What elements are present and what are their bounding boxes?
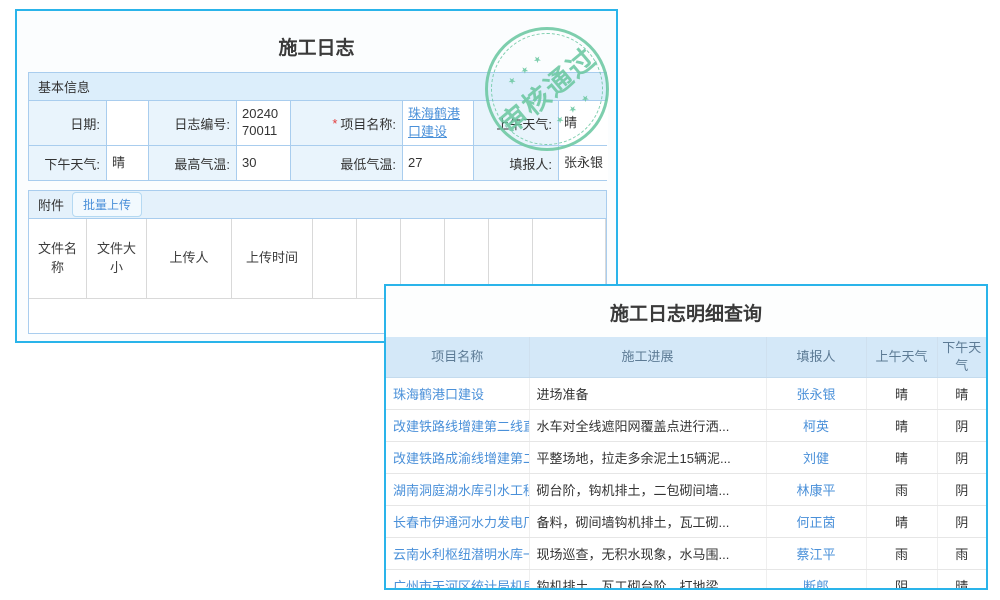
form-row-1: 日期: 日志编号: 2024070011 * 项目名称: 珠海鹤港口建设 上午天… [29,101,606,146]
batch-upload-button[interactable]: 批量上传 [72,192,142,217]
am-weather-cell: 雨 [866,537,937,569]
pm-weather-cell: 阴 [937,473,986,505]
am-weather-cell: 晴 [866,441,937,473]
am-weather-cell: 雨 [866,473,937,505]
reporter-link[interactable]: 何正茵 [796,515,835,530]
reporter-link[interactable]: 张永银 [796,387,835,402]
project-name-cell: 珠海鹤港口建设 [403,101,474,145]
log-number-label: 日志编号: [149,101,237,145]
date-label: 日期: [29,101,107,145]
project-link[interactable]: 珠海鹤港口建设 [408,105,468,140]
detail-column-header: 施工进展 [529,337,766,377]
log-detail-row: 珠海鹤港口建设 进场准备 张永银 晴 晴 [386,377,986,409]
progress-cell: 平整场地，拉走多余泥土15辆泥... [529,441,766,473]
reporter-label: 填报人: [474,146,559,180]
reporter-link[interactable]: 柯英 [803,419,829,434]
reporter-cell: 林康平 [766,473,866,505]
log-detail-row: 改建铁路线增建第二线直通线 水车对全线遮阳网覆盖点进行洒... 柯英 晴 阴 [386,409,986,441]
attachment-column-header [313,219,357,298]
reporter-value: 张永银 [559,146,608,180]
am-weather-value: 晴 [559,101,608,145]
progress-cell: 进场准备 [529,377,766,409]
reporter-cell: 张永银 [766,377,866,409]
progress-cell: 钩机排土，瓦工砌台阶，打地梁... [529,569,766,590]
form-row-2: 下午天气: 晴 最高气温: 30 最低气温: 27 填报人: 张永银 [29,146,606,180]
log-detail-row: 长春市伊通河水力发电厂改建工程 备料，砌间墙钩机排土，瓦工砌... 何正茵 晴 … [386,505,986,537]
min-temp-value: 27 [403,146,474,180]
log-detail-query-panel: 施工日志明细查询 项目名称 施工进展 填报人 上午天气 [384,284,988,590]
project-cell: 珠海鹤港口建设 [386,377,529,409]
reporter-cell: 断郎 [766,569,866,590]
pm-weather-cell: 阴 [937,505,986,537]
project-cell: 改建铁路成渝线增建第二直通线 [386,441,529,473]
reporter-cell: 何正茵 [766,505,866,537]
detail-query-title: 施工日志明细查询 [386,286,986,337]
progress-cell: 砌台阶，钩机排土，二包砌间墙... [529,473,766,505]
project-cell: 湖南洞庭湖水库引水工程施工标 [386,473,529,505]
detail-column-header: 填报人 [766,337,866,377]
min-temp-label: 最低气温: [291,146,403,180]
log-detail-row: 湖南洞庭湖水库引水工程施工标 砌台阶，钩机排土，二包砌间墙... 林康平 雨 阴 [386,473,986,505]
log-form-title: 施工日志 [17,33,616,60]
pm-weather-cell: 雨 [937,537,986,569]
project-cell: 云南水利枢纽潜明水库一期工程 [386,537,529,569]
reporter-link[interactable]: 刘健 [803,451,829,466]
pm-weather-cell: 阴 [937,409,986,441]
project-link[interactable]: 改建铁路成渝线增建第二直通线 [393,451,529,466]
reporter-cell: 刘健 [766,441,866,473]
log-detail-row: 云南水利枢纽潜明水库一期工程 现场巡查，无积水现象，水马围... 蔡江平 雨 雨 [386,537,986,569]
reporter-link[interactable]: 蔡江平 [796,547,835,562]
detail-column-header: 上午天气 [866,337,937,377]
attachment-label: 附件 [38,195,64,214]
section-title: 基本信息 [38,77,90,96]
am-weather-cell: 晴 [866,377,937,409]
project-link[interactable]: 改建铁路线增建第二线直通线 [393,419,529,434]
pm-weather-cell: 晴 [937,377,986,409]
pm-weather-cell: 阴 [937,441,986,473]
progress-cell: 现场巡查，无积水现象，水马围... [529,537,766,569]
am-weather-label: 上午天气: [474,101,559,145]
reporter-cell: 柯英 [766,409,866,441]
pm-weather-label: 下午天气: [29,146,107,180]
max-temp-label: 最高气温: [149,146,237,180]
reporter-link[interactable]: 断郎 [803,579,829,591]
project-name-label: * 项目名称: [291,101,403,145]
reporter-link[interactable]: 林康平 [796,483,835,498]
attachment-column-header: 文件名称 [29,219,87,298]
am-weather-cell: 阴 [866,569,937,590]
date-field[interactable] [107,101,149,145]
detail-table-header-row: 项目名称 施工进展 填报人 上午天气 下午天气 [386,337,986,377]
attachment-column-header: 上传时间 [232,219,313,298]
reporter-cell: 蔡江平 [766,537,866,569]
log-number-value: 2024070011 [237,101,291,145]
project-link[interactable]: 湖南洞庭湖水库引水工程施工标 [393,483,529,498]
project-cell: 广州市天河区统计局机房改造项目 [386,569,529,590]
pm-weather-value: 晴 [107,146,149,180]
project-link[interactable]: 珠海鹤港口建设 [393,387,484,402]
desktop: 施工日志 ★ ★ ★ 审核通过 ★ ★ ★ 基本信息 日期: 日志编号: 202… [0,0,1000,600]
attachment-column-header: 文件大小 [87,219,147,298]
project-link[interactable]: 广州市天河区统计局机房改造项目 [393,579,529,591]
required-asterisk: * [332,116,337,131]
log-detail-row: 广州市天河区统计局机房改造项目 钩机排土，瓦工砌台阶，打地梁... 断郎 阴 晴 [386,569,986,590]
pm-weather-cell: 晴 [937,569,986,590]
log-detail-table: 项目名称 施工进展 填报人 上午天气 下午天气 珠海鹤港口 [386,337,986,590]
progress-cell: 备料，砌间墙钩机排土，瓦工砌... [529,505,766,537]
progress-cell: 水车对全线遮阳网覆盖点进行洒... [529,409,766,441]
am-weather-cell: 晴 [866,505,937,537]
project-cell: 改建铁路线增建第二线直通线 [386,409,529,441]
attachment-toolbar: 附件 批量上传 [29,191,606,219]
max-temp-value: 30 [237,146,291,180]
attachment-column-header: 上传人 [147,219,232,298]
basic-info-form: 基本信息 日期: 日志编号: 2024070011 * 项目名称: 珠海鹤港口建… [28,72,607,181]
project-link[interactable]: 长春市伊通河水力发电厂改建工程 [393,515,529,530]
am-weather-cell: 晴 [866,409,937,441]
detail-column-header: 项目名称 [386,337,529,377]
log-detail-row: 改建铁路成渝线增建第二直通线 平整场地，拉走多余泥土15辆泥... 刘健 晴 阴 [386,441,986,473]
detail-column-header: 下午天气 [937,337,986,377]
project-cell: 长春市伊通河水力发电厂改建工程 [386,505,529,537]
basic-info-section-header: 基本信息 [29,73,606,101]
project-link[interactable]: 云南水利枢纽潜明水库一期工程 [393,547,529,562]
